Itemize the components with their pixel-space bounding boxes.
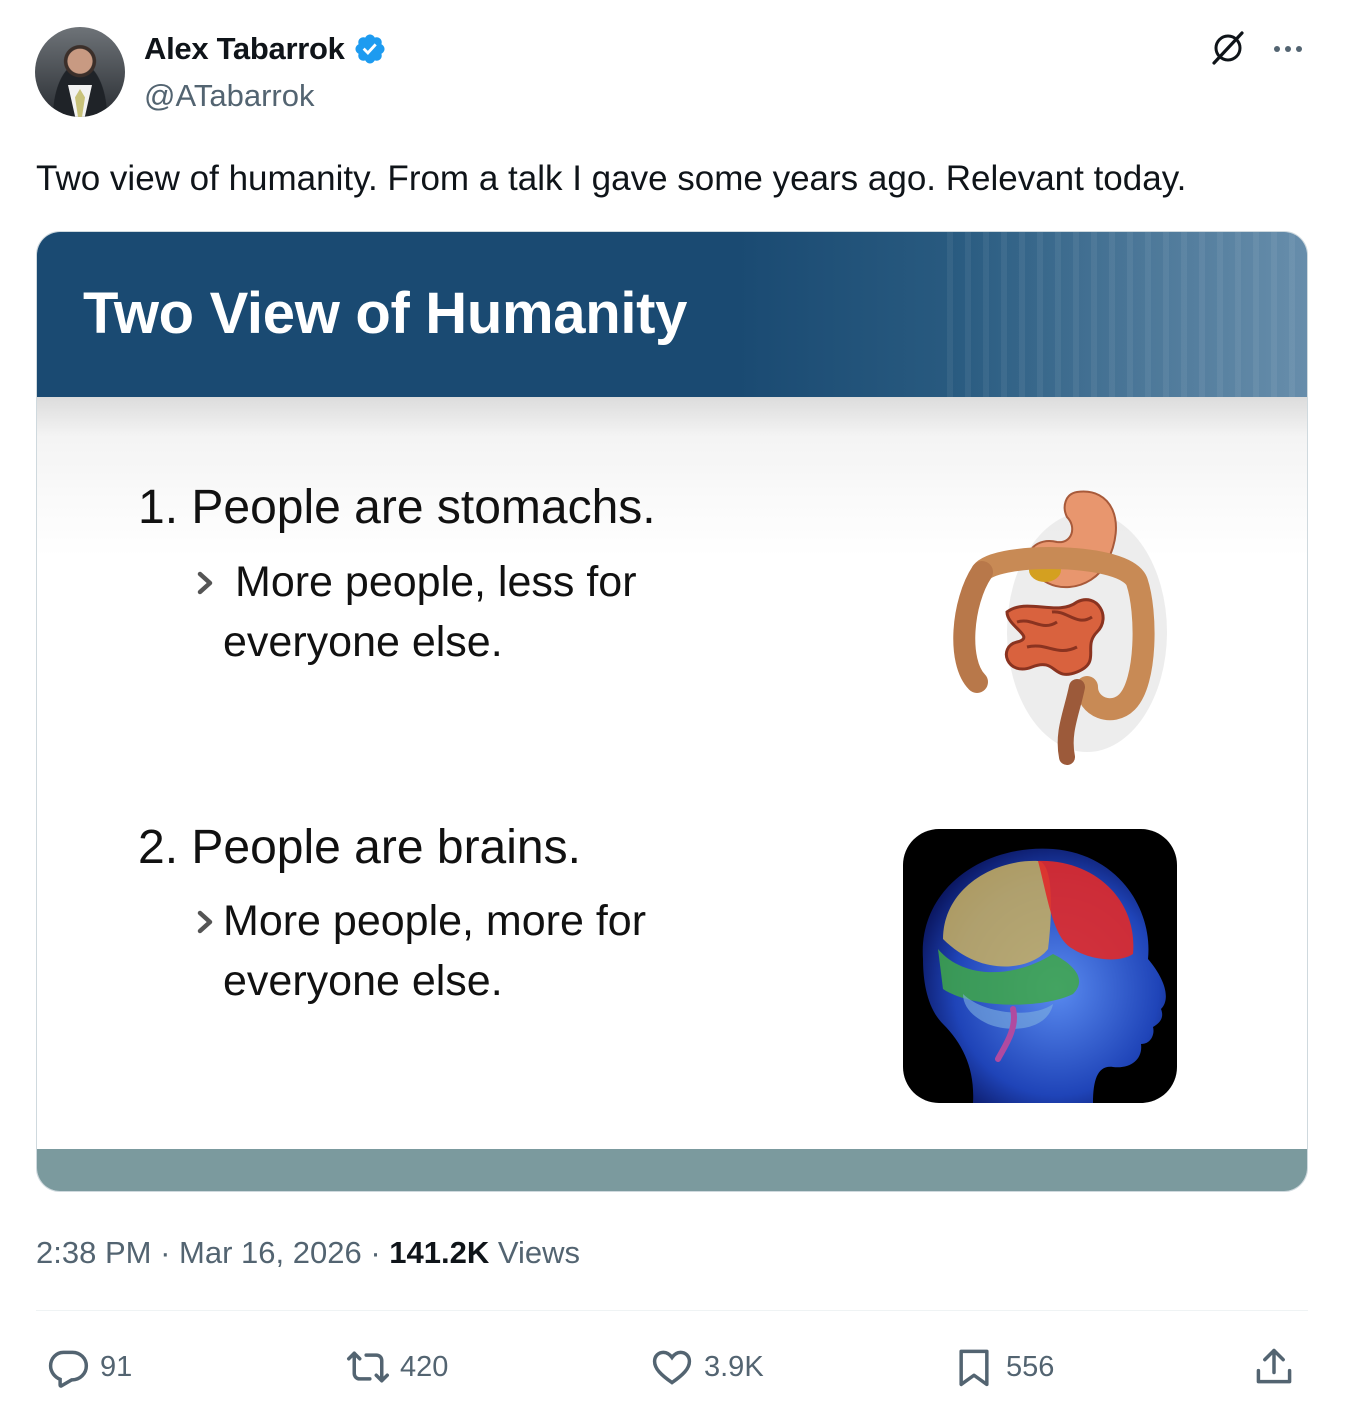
bookmark-button[interactable]: 556 — [952, 1345, 1054, 1389]
divider — [36, 1310, 1308, 1311]
repost-count: 420 — [400, 1350, 449, 1383]
share-icon — [1256, 1348, 1292, 1384]
slide-point-1-sub-line-1: More people, less for — [235, 558, 637, 606]
meta-separator: · — [370, 1235, 381, 1270]
like-button[interactable]: 3.9K — [650, 1345, 764, 1389]
grok-icon[interactable] — [1208, 28, 1248, 68]
share-button[interactable] — [1252, 1345, 1296, 1389]
views-label: Views — [497, 1235, 581, 1270]
digestive-system-image — [953, 490, 1167, 765]
tweet-time[interactable]: 2:38 PM — [36, 1235, 151, 1270]
slide-point-2-sub-line-1: More people, more for — [223, 897, 647, 945]
bookmark-count: 556 — [1006, 1350, 1055, 1383]
author-name-row: Alex Tabarrok — [144, 31, 387, 67]
slide-point-2-sub-line-2: everyone else. — [223, 957, 503, 1005]
repost-icon — [347, 1351, 389, 1383]
author-handle[interactable]: @ATabarrok — [144, 78, 314, 114]
slide-point-1: 1. People are stomachs. — [138, 481, 656, 534]
verified-badge-icon[interactable] — [353, 32, 387, 66]
like-count: 3.9K — [704, 1350, 764, 1383]
slide-header: Two View of Humanity — [37, 232, 1307, 397]
reply-icon — [48, 1350, 89, 1388]
avatar[interactable] — [35, 27, 125, 117]
chevron-right-icon — [197, 571, 213, 595]
chevron-right-icon — [197, 910, 213, 934]
bookmark-icon — [959, 1349, 989, 1387]
more-icon[interactable] — [1270, 31, 1306, 67]
reply-count: 91 — [100, 1350, 133, 1383]
tweet-text: Two view of humanity. From a talk I gave… — [36, 159, 1187, 198]
author-display-name[interactable]: Alex Tabarrok — [144, 31, 345, 67]
tweet-date[interactable]: Mar 16, 2026 — [179, 1235, 362, 1270]
like-icon — [652, 1350, 692, 1385]
slide-footer — [37, 1149, 1307, 1191]
reply-button[interactable]: 91 — [46, 1345, 132, 1389]
slide-title: Two View of Humanity — [83, 281, 688, 346]
slide-header-city-graphic — [947, 232, 1307, 397]
slide-point-1-sub-line-2: everyone else. — [223, 618, 503, 666]
brain-image — [903, 829, 1177, 1103]
views-count: 141.2K — [389, 1235, 490, 1270]
meta-separator: · — [160, 1235, 171, 1270]
repost-button[interactable]: 420 — [346, 1345, 448, 1389]
slide-point-2: 2. People are brains. — [138, 821, 581, 874]
tweet-media-image[interactable]: Two View of Humanity 1. People are stoma… — [36, 231, 1308, 1192]
tweet-meta: 2:38 PM · Mar 16, 2026 · 141.2K Views — [36, 1235, 580, 1271]
